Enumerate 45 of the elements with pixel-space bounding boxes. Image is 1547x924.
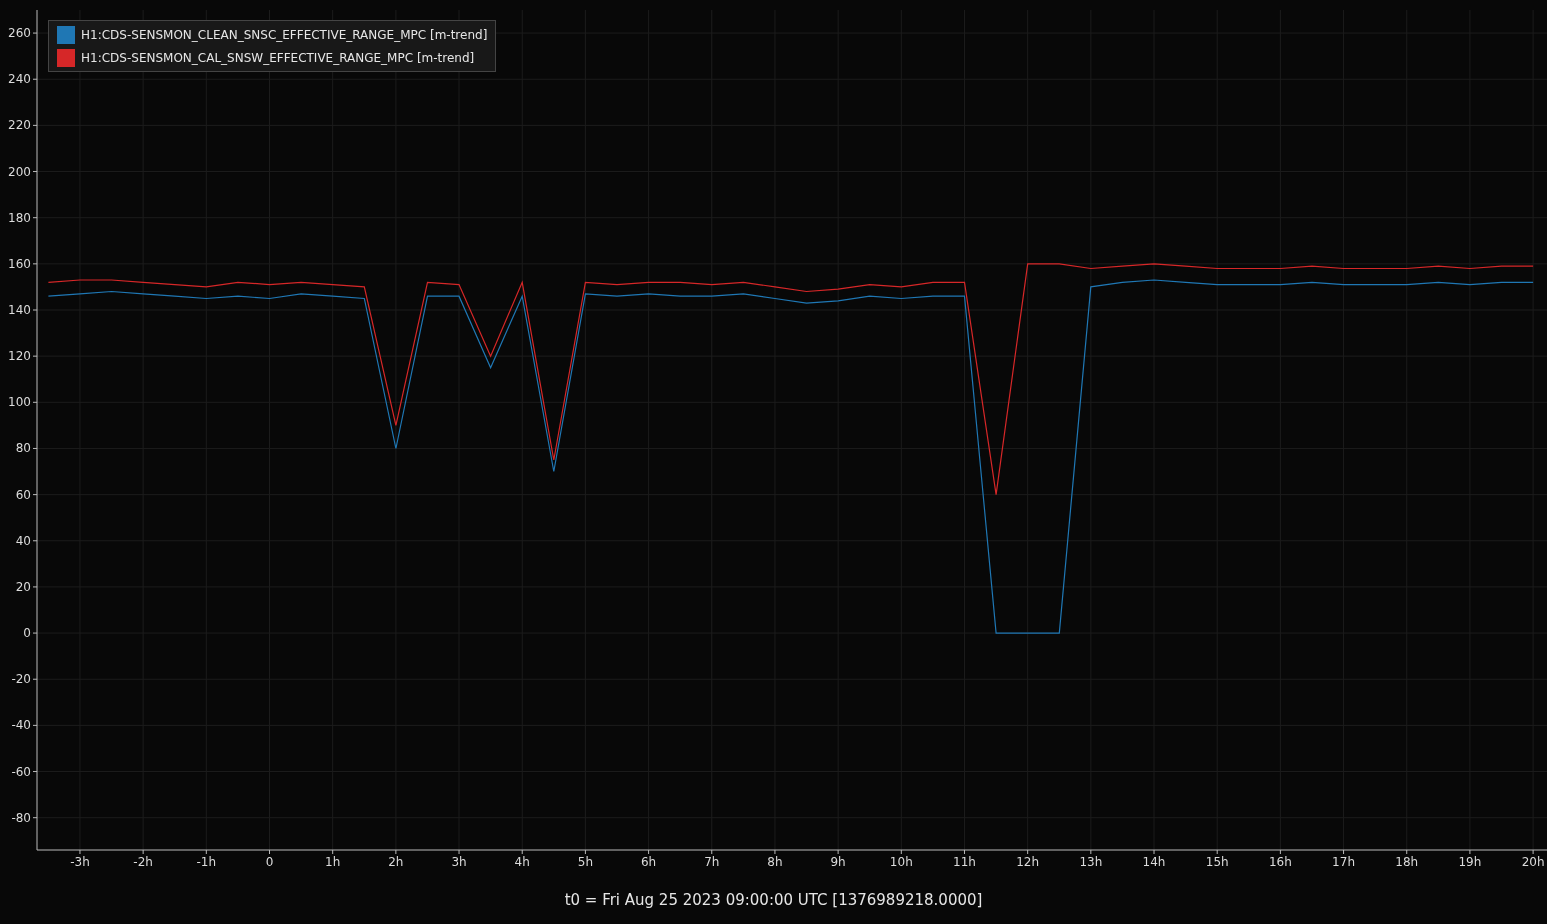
y-tick-label: 120 [8, 349, 31, 364]
x-tick-label: 8h [767, 855, 783, 869]
y-tick-label: 20 [15, 579, 31, 594]
x-tick-label: 19h [1458, 855, 1482, 869]
x-tick-label: 20h [1521, 855, 1545, 869]
y-tick-label: 100 [8, 395, 31, 410]
x-tick-label: 2h [388, 855, 404, 869]
y-tick-label: 160 [8, 256, 31, 271]
x-tick-label: 13h [1079, 855, 1103, 869]
x-tick-label: 6h [640, 855, 657, 869]
legend-label: H1:CDS-SENSMON_CAL_SNSW_EFFECTIVE_RANGE_MPC [m-trend] [81, 51, 475, 65]
y-tick-label: 40 [15, 533, 31, 548]
x-tick-label: 5h [577, 855, 594, 869]
y-tick-label: 200 [8, 164, 31, 179]
y-tick-label: -80 [11, 810, 31, 825]
x-tick-label: 12h [1016, 855, 1040, 869]
legend-label: H1:CDS-SENSMON_CLEAN_SNSC_EFFECTIVE_RANGE_MPC [m-trend] [81, 28, 488, 42]
x-tick-label: 14h [1142, 855, 1166, 869]
x-tick-label: 17h [1332, 855, 1355, 869]
y-tick-label: 60 [15, 487, 31, 502]
y-tick-label: -60 [11, 764, 31, 779]
x-tick-label: 11h [953, 855, 976, 869]
x-tick-label: 16h [1268, 855, 1292, 869]
y-tick-label: 0 [23, 626, 31, 641]
x-axis-label: t0 = Fri Aug 25 2023 09:00:00 UTC [1376989218.0000] [563, 891, 984, 909]
x-tick-label: 10h [889, 855, 913, 869]
x-tick-label: -3h [70, 855, 90, 869]
y-tick-label: 220 [8, 118, 31, 133]
x-tick-label: 0 [265, 855, 274, 869]
x-tick-label: -1h [196, 855, 217, 869]
x-tick-label: 1h [325, 855, 341, 869]
x-tick-label: 7h [704, 855, 720, 869]
x-tick-label: 3h [451, 855, 467, 869]
x-tick-label: -2h [133, 855, 153, 869]
y-tick-label: 240 [8, 72, 31, 87]
y-tick-label: 80 [15, 441, 31, 456]
y-tick-label: 140 [8, 303, 31, 317]
x-tick-label: 18h [1395, 855, 1419, 869]
x-tick-label: 9h [830, 855, 846, 869]
y-tick-label: -40 [11, 718, 31, 733]
y-tick-label: 260 [8, 26, 31, 41]
x-tick-label: 4h [514, 855, 530, 869]
y-tick-label: -20 [11, 672, 31, 687]
y-tick-label: 180 [8, 210, 31, 225]
x-tick-label: 15h [1205, 855, 1229, 869]
